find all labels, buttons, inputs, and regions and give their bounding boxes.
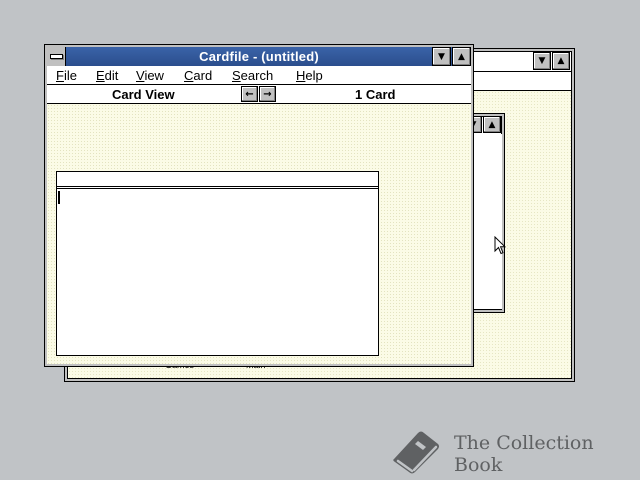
background-child-maximize-button[interactable]: ▲ <box>483 116 501 133</box>
minimize-button[interactable]: ▼ <box>432 47 451 66</box>
next-card-button[interactable]: → <box>259 86 276 102</box>
right-arrow-icon: → <box>263 88 272 100</box>
menu-card[interactable]: Card <box>184 67 212 84</box>
window-title: Cardfile - (untitled) <box>199 49 319 64</box>
mouse-pointer-icon <box>494 235 507 261</box>
background-maximize-button[interactable]: ▲ <box>552 52 570 70</box>
card-body-text[interactable] <box>57 189 378 355</box>
left-arrow-icon: ← <box>245 88 254 100</box>
text-caret <box>58 191 60 204</box>
cardfile-titlebar[interactable]: Cardfile - (untitled) <box>47 47 471 67</box>
card-count-label: 1 Card <box>355 87 396 102</box>
background-minimize-button[interactable]: ▼ <box>533 52 551 70</box>
book-icon <box>388 429 442 480</box>
system-menu-button[interactable] <box>47 47 66 66</box>
previous-card-button[interactable]: ← <box>241 86 258 102</box>
card-index-line[interactable] <box>57 172 378 186</box>
minimize-arrow-icon: ▼ <box>438 51 445 62</box>
maximize-arrow-icon: ▲ <box>488 119 496 130</box>
menu-search[interactable]: Search <box>232 67 273 84</box>
maximize-button[interactable]: ▲ <box>452 47 471 66</box>
background-window-menubar[interactable] <box>470 72 571 91</box>
maximize-arrow-icon: ▲ <box>557 56 565 66</box>
menu-help[interactable]: Help <box>296 67 323 84</box>
minimize-arrow-icon: ▼ <box>538 56 546 66</box>
watermark-text: The Collection Book <box>454 432 594 476</box>
background-child-client <box>471 134 502 309</box>
menu-file[interactable]: File <box>56 67 77 84</box>
menu-view[interactable]: View <box>136 67 164 84</box>
maximize-arrow-icon: ▲ <box>458 51 465 62</box>
view-mode-label: Card View <box>112 87 175 102</box>
system-menu-icon <box>49 54 63 59</box>
watermark: The Collection Book <box>388 430 640 478</box>
menu-edit[interactable]: Edit <box>96 67 118 84</box>
